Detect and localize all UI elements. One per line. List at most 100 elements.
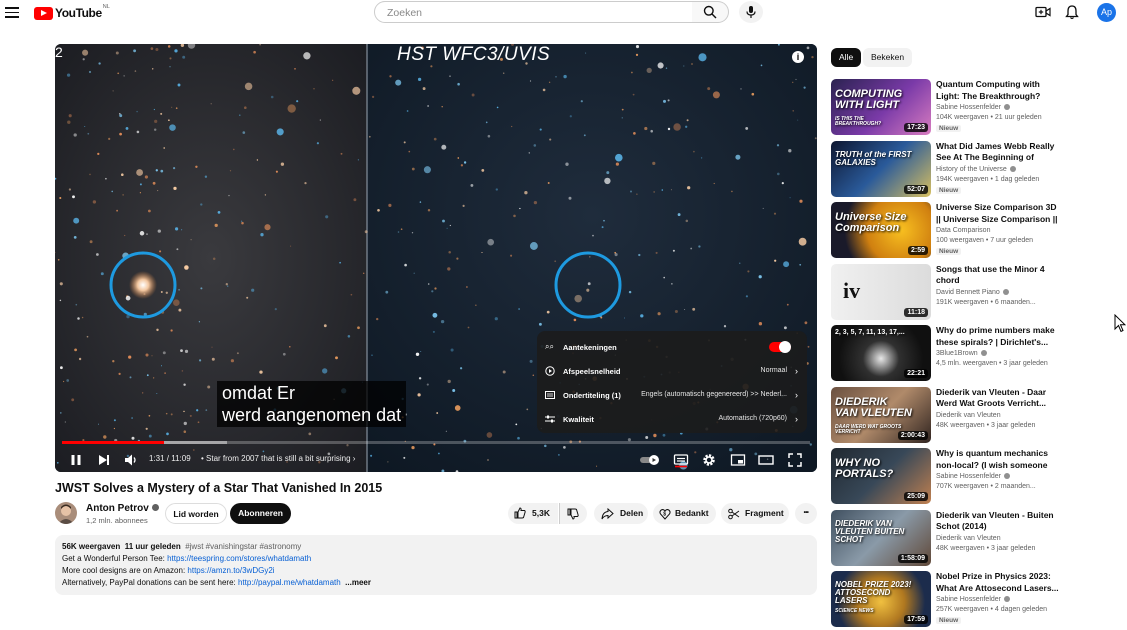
video-thumbnail[interactable]: DIEDERIK VAN VLEUTEN DAAR WERD WAT GROOTS… (831, 386, 931, 443)
recommended-channel[interactable]: Diederik van Vleuten (936, 535, 1001, 542)
more-actions-button[interactable]: ••• (795, 503, 817, 524)
recommended-video[interactable]: COMPUTING WITH LIGHT IS THIS THE BREAKTHR… (831, 79, 1121, 136)
video-thumbnail[interactable]: DIEDERIK VAN VLEUTEN BUITEN SCHOT 1:58:09 (831, 509, 931, 566)
video-thumbnail[interactable]: TRUTH of the FIRST GALAXIES 52:07 (831, 140, 931, 197)
recommended-video[interactable]: Universe Size Comparison 2:59 Universe Siz… (831, 202, 1121, 259)
video-thumbnail[interactable]: COMPUTING WITH LIGHT IS THIS THE BREAKTHR… (831, 79, 931, 135)
chip-all[interactable]: Alle (831, 48, 862, 67)
recommended-channel[interactable]: David Bennett Piano (936, 288, 1009, 296)
recommended-video[interactable]: DIEDERIK VAN VLEUTEN DAAR WERD WAT GROOTS… (831, 386, 1121, 444)
search-button[interactable] (692, 1, 729, 23)
video-thumbnail[interactable]: Universe Size Comparison 2:59 (831, 202, 931, 258)
upload-age: 11 uur geleden (124, 542, 181, 551)
chip-watched[interactable]: Bekeken (863, 48, 913, 67)
thumbnail-text: COMPUTING WITH LIGHT (835, 88, 903, 111)
annotations-icon: ⌕⌕ (545, 342, 554, 351)
volume-icon[interactable] (123, 452, 139, 468)
recommended-video[interactable]: iv 11:18 Songs that use the Minor 4 chord D… (831, 263, 1121, 321)
subtitles-cc-icon[interactable] (673, 452, 689, 468)
account-avatar[interactable]: Ap (1097, 3, 1116, 22)
channel-name[interactable]: Anton Petrov (86, 503, 159, 514)
recommended-video[interactable]: DIEDERIK VAN VLEUTEN BUITEN SCHOT 1:58:09… (831, 509, 1121, 567)
video-thumbnail[interactable]: WHY NO PORTALS? 25:09 (831, 448, 931, 504)
show-more-link[interactable]: ...meer (345, 578, 371, 587)
frame-marker: 2 (55, 44, 63, 60)
thanks-label: Bedankt (675, 508, 709, 518)
recommended-video-title[interactable]: Quantum Computing with Light: The Breakt… (936, 79, 1061, 102)
subscribe-button[interactable]: Abonneren (230, 503, 291, 524)
subtitle-line-2: werd aangenomen dat (222, 405, 402, 425)
info-icon[interactable]: i (792, 51, 804, 63)
menu-icon[interactable] (5, 5, 19, 19)
settings-subtitles[interactable]: Ondertiteling (1) Engels (automatisch ge… (537, 383, 807, 407)
new-badge: Nieuw (936, 125, 962, 132)
recommended-channel[interactable]: Diederik van Vleuten (936, 412, 1001, 419)
recommended-channel[interactable]: Sabine Hossenfelder (936, 473, 1010, 480)
video-thumbnail[interactable]: iv 11:18 (831, 263, 931, 320)
mouse-cursor-icon (1114, 314, 1126, 333)
recommended-video[interactable]: NOBEL PRIZE 2023! ATTOSECOND LASERS SCIEN… (831, 571, 1121, 628)
recommended-video-title[interactable]: Diederik van Vleuten - Daar Werd Wat Gro… (936, 387, 1061, 410)
fullscreen-icon[interactable] (787, 452, 803, 468)
teespring-link[interactable]: https://teespring.com/stores/whatdamath (167, 554, 311, 563)
like-button[interactable]: 5,3K (508, 503, 558, 524)
video-thumbnail[interactable]: 2, 3, 5, 7, 11, 13, 17,... 22:21 (831, 325, 931, 381)
recommended-video-title[interactable]: Why is quantum mechanics non-local? (I w… (936, 448, 1061, 471)
recommended-channel[interactable]: Data Comparison (936, 227, 990, 234)
create-video-button[interactable] (1034, 3, 1052, 21)
recommended-channel[interactable]: History of the Universe (936, 165, 1016, 173)
thumbnail-text: DIEDERIK VAN VLEUTEN BUITEN SCHOT (835, 518, 905, 544)
thanks-heart-icon: $ (659, 509, 671, 520)
subtitles-label: Ondertiteling (1) (563, 391, 621, 400)
recommended-video-title[interactable]: Songs that use the Minor 4 chord (936, 264, 1061, 287)
recommended-channel[interactable]: 3Blue1Brown (936, 350, 987, 357)
miniplayer-icon[interactable] (730, 452, 746, 468)
annotations-toggle[interactable] (769, 341, 791, 353)
paypal-link[interactable]: http://paypal.me/whatdamath (238, 578, 341, 587)
pause-icon[interactable] (68, 452, 84, 468)
theater-mode-icon[interactable] (758, 452, 774, 468)
thanks-button[interactable]: $ Bedankt (653, 503, 716, 524)
chapter-title[interactable]: • Star from 2007 that is still a bit sur… (201, 454, 355, 463)
settings-annotations[interactable]: ⌕⌕ Aantekeningen (537, 335, 807, 359)
autoplay-toggle-icon[interactable] (639, 452, 661, 468)
video-thumbnail[interactable]: NOBEL PRIZE 2023! ATTOSECOND LASERS SCIEN… (831, 571, 931, 627)
microphone-icon (746, 6, 756, 18)
channel-avatar[interactable] (55, 502, 77, 524)
annotations-label: Aantekeningen (563, 343, 617, 352)
share-button[interactable]: Delen (594, 503, 648, 524)
recommended-video-title[interactable]: Universe Size Comparison 3D || Universe … (936, 202, 1061, 225)
settings-gear-icon[interactable] (701, 452, 717, 468)
search-box (374, 1, 693, 23)
youtube-logo[interactable]: YouTube NL (34, 4, 110, 20)
recommended-channel[interactable]: Sabine Hossenfelder (936, 596, 1010, 603)
recommended-channel[interactable]: Sabine Hossenfelder (936, 104, 1010, 111)
clip-button[interactable]: Fragment (721, 503, 789, 524)
join-button[interactable]: Lid worden (165, 503, 227, 524)
recommended-video-title[interactable]: Why do prime numbers make these spirals?… (936, 325, 1061, 348)
description-line-1: Get a Wonderful Person Tee: https://tees… (62, 553, 810, 565)
video-duration: 17:23 (904, 123, 928, 132)
search-input[interactable] (385, 6, 679, 20)
progress-bar[interactable] (62, 441, 810, 444)
dislike-button[interactable] (559, 503, 587, 524)
settings-playback-speed[interactable]: Afspeelsnelheid Normaal › (537, 359, 807, 383)
recommended-video-title[interactable]: Nobel Prize in Physics 2023: What Are At… (936, 571, 1061, 594)
settings-quality[interactable]: Kwaliteit Automatisch (720p60) › (537, 407, 807, 431)
video-duration: 22:21 (904, 369, 928, 378)
next-icon[interactable] (96, 452, 112, 468)
description-box[interactable]: 56K weergaven 11 uur geleden #jwst #vani… (55, 535, 817, 595)
video-player[interactable]: HST WFC3/UVIS 2 i omdat Er werd aangenom… (55, 44, 817, 472)
thumbnail-text: 2, 3, 5, 7, 11, 13, 17,... (835, 329, 905, 336)
amazon-link[interactable]: https://amzn.to/3wDGy2i (187, 566, 274, 575)
voice-search-button[interactable] (739, 1, 763, 23)
video-duration: 2:59 (907, 246, 928, 255)
notifications-button[interactable] (1063, 3, 1081, 21)
share-label: Delen (620, 508, 644, 518)
recommended-video-title[interactable]: Diederik van Vleuten - Buiten Schot (201… (936, 510, 1061, 533)
recommended-video[interactable]: 2, 3, 5, 7, 11, 13, 17,... 22:21 Why do pr… (831, 325, 1121, 382)
recommended-video-title[interactable]: What Did James Webb Really See At The Be… (936, 141, 1061, 164)
recommended-video[interactable]: TRUTH of the FIRST GALAXIES 52:07 What Did… (831, 140, 1121, 198)
recommended-video[interactable]: WHY NO PORTALS? 25:09 Why is quantum mecha… (831, 448, 1121, 505)
recommended-channel-name: Data Comparison (936, 227, 991, 234)
